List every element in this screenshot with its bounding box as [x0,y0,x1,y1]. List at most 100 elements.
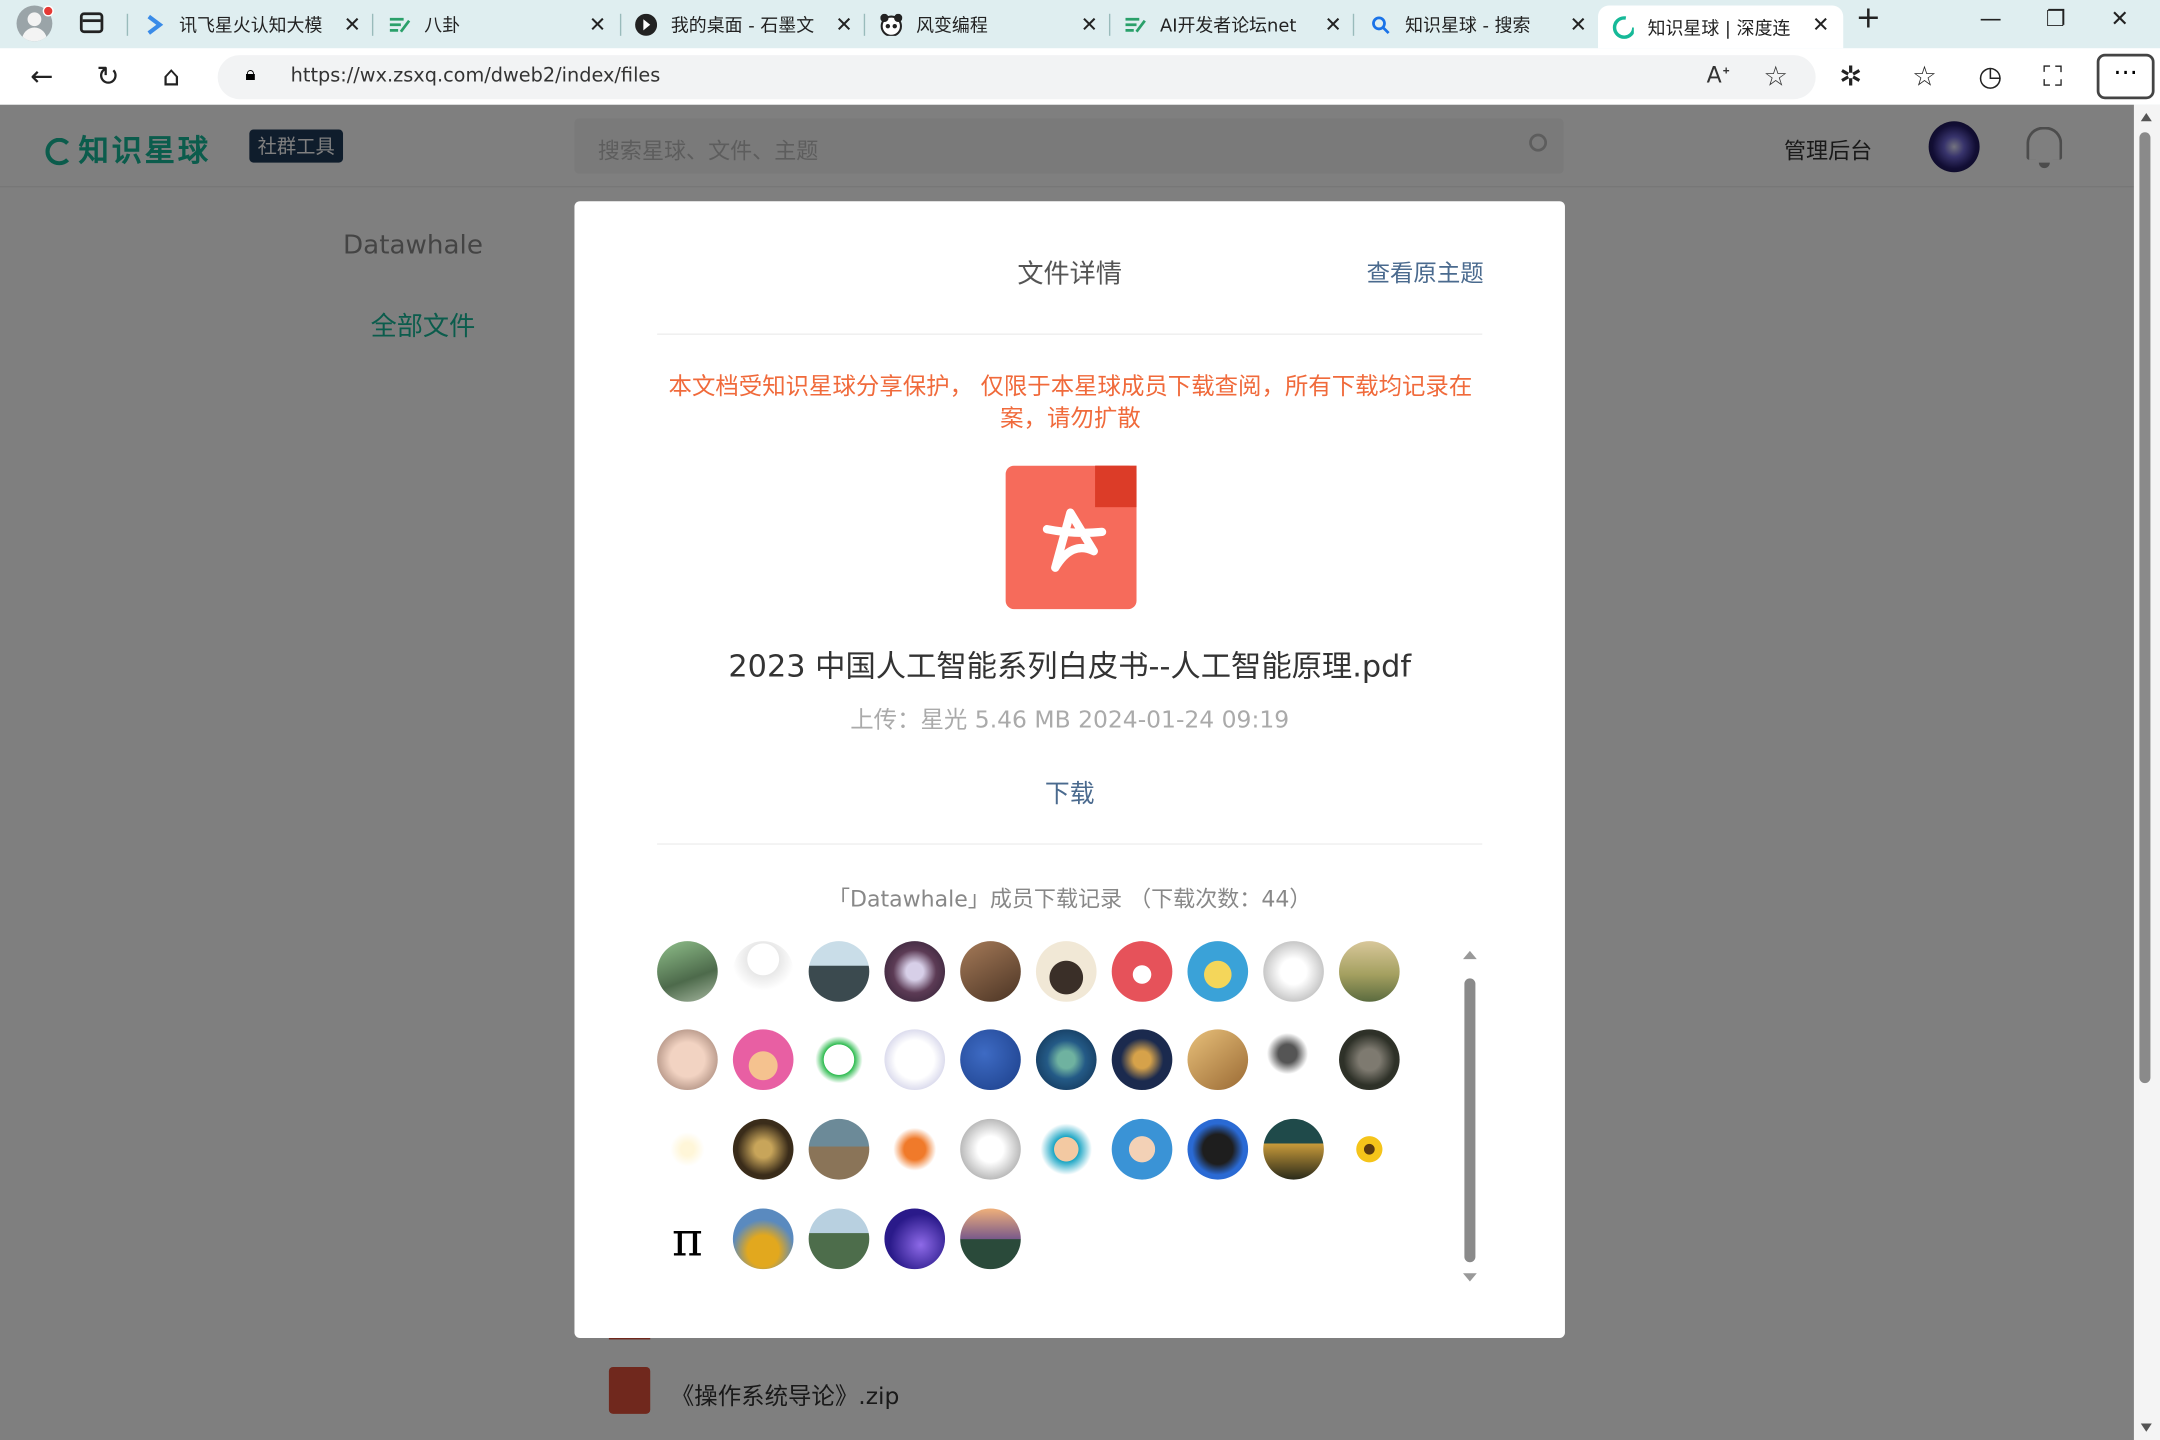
refresh-icon[interactable]: ↻ [96,59,119,92]
new-tab-icon[interactable]: + [1856,1,1881,35]
tab-separator [863,13,866,36]
user-avatar[interactable] [732,1208,794,1270]
close-tab-icon[interactable]: ✕ [1812,12,1829,37]
user-avatar[interactable] [657,941,718,1002]
history-icon[interactable]: ◷ [1978,59,2002,92]
close-tab-icon[interactable]: ✕ [835,12,852,37]
user-avatar[interactable] [884,941,946,1002]
tab-zsxq-active[interactable]: 知识星球 | 深度连 ✕ [1598,5,1844,49]
url-bar[interactable]: 🔒︎ https://wx.zsxq.com/dweb2/index/files… [217,55,1816,100]
close-tab-icon[interactable]: ✕ [1570,12,1587,37]
browser-tab-bar: 讯飞星火认知大模 ✕ 八卦 ✕ 我的桌面 - 石墨文 ✕ 风变编程 ✕ AI开发… [0,0,2160,49]
scroll-up-icon[interactable] [1463,950,1477,960]
address-toolbar: ← ↻ ⌂ 🔒︎ https://wx.zsxq.com/dweb2/index… [0,48,2160,105]
tab-fengbian[interactable]: 风变编程 ✕ [880,6,1098,43]
scrollbar-thumb[interactable] [1464,978,1476,1263]
tab-ai-forum[interactable]: AI开发者论坛net ✕ [1124,6,1342,43]
close-window-icon[interactable]: ✕ [2110,6,2128,32]
user-avatar[interactable] [808,1208,870,1270]
scroll-down-icon[interactable] [1463,1273,1477,1282]
user-avatar[interactable] [657,1118,718,1180]
tab-title: 我的桌面 - 石墨文 [670,16,815,38]
user-avatar[interactable] [1263,941,1324,1002]
url-text[interactable]: https://wx.zsxq.com/dweb2/index/files [291,65,661,87]
user-avatar[interactable] [1111,1118,1173,1180]
tab-search[interactable]: 知识星球 - 搜索 ✕ [1369,6,1587,43]
minimize-icon[interactable]: — [1980,6,2002,32]
user-avatar[interactable] [960,1029,1021,1090]
user-avatar[interactable] [1035,1118,1097,1180]
tab-bagua[interactable]: 八卦 ✕ [388,6,606,43]
home-icon[interactable]: ⌂ [163,59,180,92]
screenshot-icon[interactable]: ⛶ [2043,59,2062,92]
tab-title: 知识星球 - 搜索 [1405,16,1531,38]
divider [657,333,1483,335]
panda-icon [880,13,903,36]
loading-icon [1612,15,1634,39]
page-scrollbar[interactable] [2133,104,2160,1440]
tab-title: 风变编程 [916,16,988,38]
file-meta: 上传：星光 5.46 MB 2024-01-24 09:19 [850,706,1290,735]
favorites-icon[interactable]: ☆ [1912,59,1937,92]
tab-title: 知识星球 | 深度连 [1647,19,1791,40]
tab-separator [1108,13,1111,36]
tab-separator [126,13,129,36]
scrollbar-thumb[interactable] [2139,132,2151,1084]
search-icon [1369,13,1391,35]
user-avatar[interactable] [884,1118,946,1180]
file-name: 2023 中国人工智能系列白皮书--人工智能原理.pdf [728,650,1412,685]
close-tab-icon[interactable]: ✕ [1081,12,1098,37]
user-avatar[interactable] [1111,1029,1173,1090]
user-avatar[interactable] [1263,1029,1324,1090]
user-avatar[interactable] [1187,1029,1249,1090]
user-avatar[interactable] [808,1029,870,1090]
tab-shimo[interactable]: 我的桌面 - 石墨文 ✕ [635,6,853,43]
lock-icon[interactable]: 🔒︎ [245,63,255,85]
tab-xunfei[interactable]: 讯飞星火认知大模 ✕ [143,6,361,43]
user-avatar[interactable] [732,1029,794,1090]
restore-icon[interactable]: ❐ [2046,6,2066,32]
extensions-icon[interactable]: ✲ [1839,59,1862,92]
download-record-title: 「Datawhale」成员下载记录 （下载次数：44） [827,886,1312,913]
scroll-up-icon[interactable] [2140,112,2152,122]
user-avatar[interactable] [1339,941,1400,1002]
back-icon[interactable]: ← [30,59,53,92]
close-tab-icon[interactable]: ✕ [589,12,606,37]
favorite-star-icon[interactable]: ☆ [1763,59,1788,92]
pi-avatar[interactable]: π [657,1208,718,1270]
user-avatar[interactable] [1187,1118,1249,1180]
user-avatar[interactable] [1187,941,1249,1002]
user-avatar[interactable] [808,1118,870,1180]
more-options-button[interactable]: ⋯ [2096,53,2155,100]
tab-actions-icon[interactable] [79,12,104,34]
read-aloud-icon[interactable]: Aᐩ [1707,62,1731,88]
close-tab-icon[interactable]: ✕ [344,12,361,37]
user-avatar[interactable] [884,1029,946,1090]
tab-separator [1352,13,1355,36]
user-avatar[interactable] [1263,1118,1324,1180]
user-avatar[interactable] [884,1208,946,1270]
user-avatar[interactable] [808,941,870,1002]
tab-separator [619,13,622,36]
user-avatar[interactable] [732,941,794,1002]
close-tab-icon[interactable]: ✕ [1324,12,1341,37]
user-avatar[interactable] [1339,1118,1400,1180]
scroll-down-icon[interactable] [2140,1423,2152,1432]
user-avatar[interactable] [1035,941,1097,1002]
user-avatar[interactable] [1111,941,1173,1002]
user-avatar[interactable] [960,1208,1021,1270]
download-button[interactable]: 下载 [574,774,1564,810]
tab-title: 讯飞星火认知大模 [179,16,323,38]
view-original-topic-link[interactable]: 查看原主题 [1367,254,1484,288]
spark-icon [143,13,165,35]
pdf-file-icon [1005,465,1137,610]
user-avatar[interactable] [1035,1029,1097,1090]
user-avatar[interactable] [960,1118,1021,1180]
user-avatar[interactable] [732,1118,794,1180]
tab-separator [371,13,374,36]
pencil-icon [388,13,411,35]
user-avatar[interactable] [1339,1029,1400,1090]
avatar-list-scrollbar[interactable] [1462,950,1479,1282]
user-avatar[interactable] [657,1029,718,1090]
user-avatar[interactable] [960,941,1021,1002]
